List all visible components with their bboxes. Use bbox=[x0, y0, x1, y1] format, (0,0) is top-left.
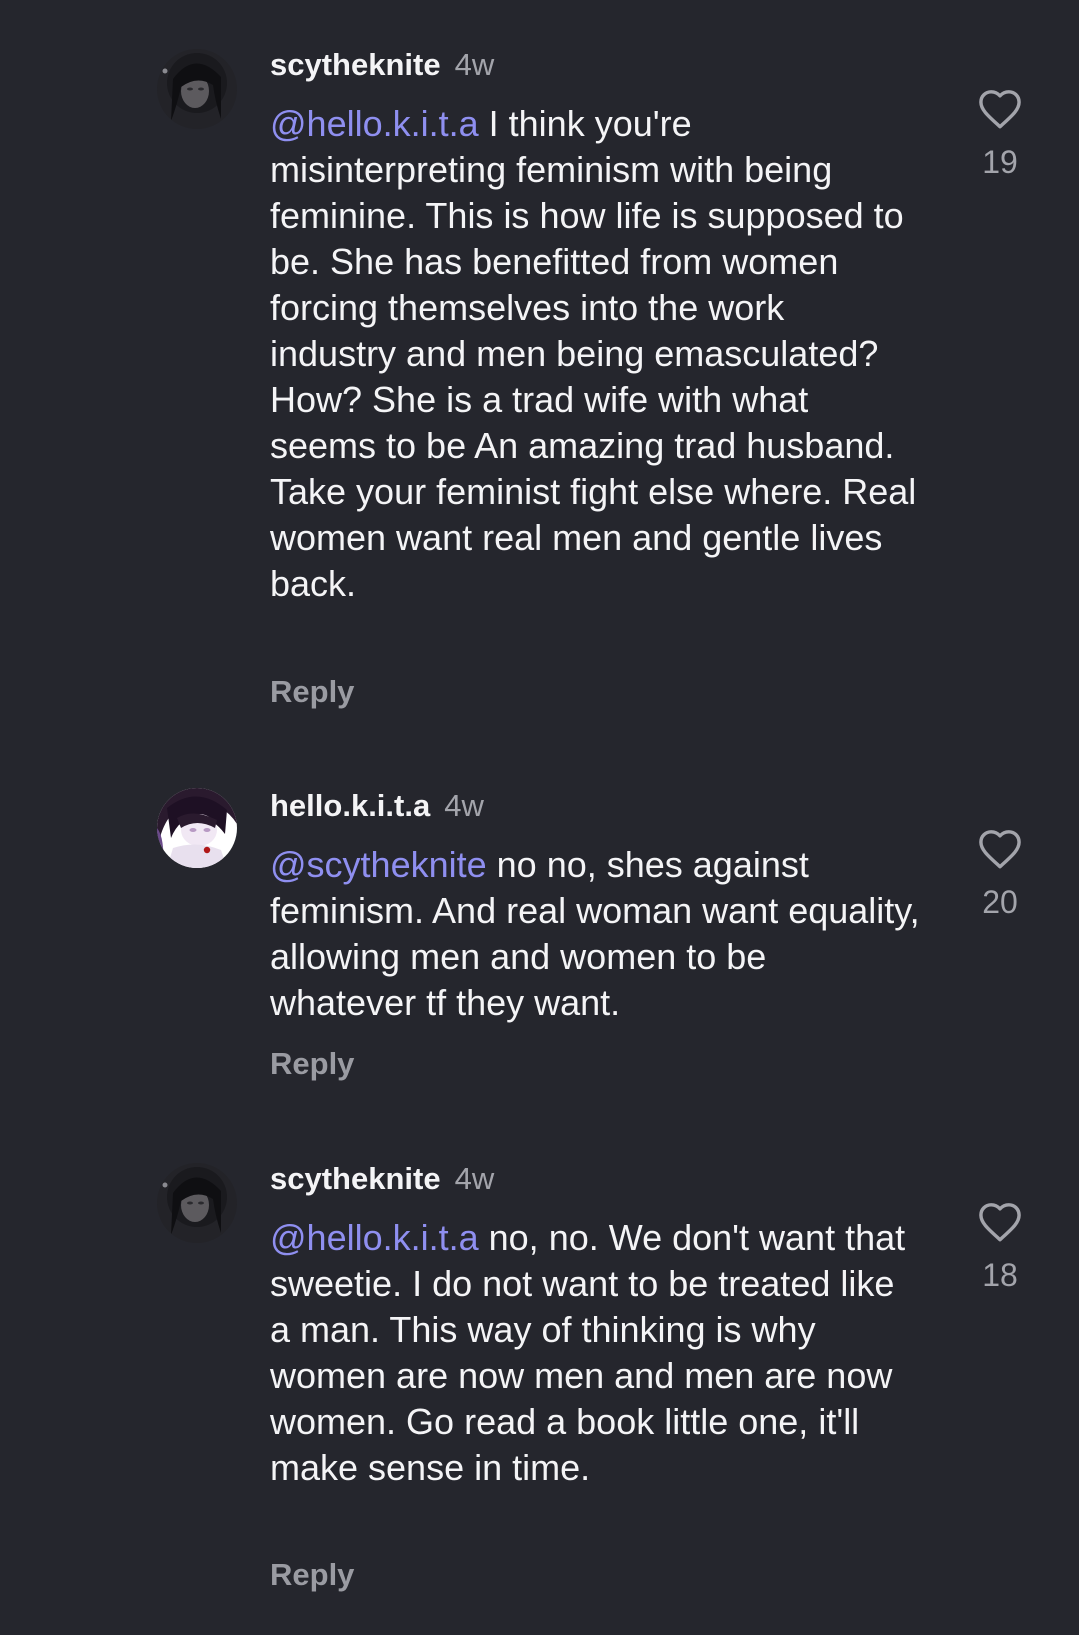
username[interactable]: scytheknite bbox=[270, 47, 441, 82]
timestamp: 4w bbox=[454, 1161, 495, 1196]
avatar-dark-portrait-icon bbox=[157, 1163, 237, 1243]
comment-text: @hello.k.i.t.a no, no. We don't want tha… bbox=[270, 1215, 920, 1491]
like-count: 19 bbox=[982, 144, 1018, 180]
comment-header: scytheknite 4w bbox=[270, 45, 494, 85]
like-group: 19 bbox=[970, 88, 1030, 180]
comment-text: @hello.k.i.t.a I think you're misinterpr… bbox=[270, 101, 920, 607]
username[interactable]: hello.k.i.t.a bbox=[270, 788, 430, 823]
mention-link[interactable]: @scytheknite bbox=[270, 844, 487, 885]
timestamp: 4w bbox=[454, 47, 495, 82]
avatar[interactable] bbox=[157, 49, 237, 129]
comment-header: scytheknite 4w bbox=[270, 1159, 494, 1199]
heart-icon[interactable] bbox=[977, 88, 1023, 130]
like-count: 18 bbox=[982, 1257, 1018, 1293]
avatar-anime-girl-icon bbox=[157, 788, 237, 868]
avatar-dark-portrait-icon bbox=[157, 49, 237, 129]
heart-icon[interactable] bbox=[977, 1201, 1023, 1243]
like-group: 18 bbox=[970, 1201, 1030, 1293]
comment-text: @scytheknite no no, shes against feminis… bbox=[270, 842, 920, 1026]
reply-button[interactable]: Reply bbox=[270, 672, 354, 712]
like-group: 20 bbox=[970, 828, 1030, 920]
timestamp: 4w bbox=[444, 788, 484, 823]
avatar[interactable] bbox=[157, 1163, 237, 1243]
like-count: 20 bbox=[982, 884, 1018, 920]
heart-icon[interactable] bbox=[977, 828, 1023, 870]
comment-body: I think you're misinterpreting feminism … bbox=[270, 103, 917, 604]
reply-button[interactable]: Reply bbox=[270, 1555, 354, 1595]
mention-link[interactable]: @hello.k.i.t.a bbox=[270, 103, 479, 144]
comments-screen: { "comments": [ { "username": "scythekni… bbox=[0, 0, 1079, 1635]
avatar[interactable] bbox=[157, 788, 237, 868]
mention-link[interactable]: @hello.k.i.t.a bbox=[270, 1217, 479, 1258]
comment-header: hello.k.i.t.a 4w bbox=[270, 786, 484, 826]
username[interactable]: scytheknite bbox=[270, 1161, 441, 1196]
reply-button[interactable]: Reply bbox=[270, 1044, 354, 1084]
